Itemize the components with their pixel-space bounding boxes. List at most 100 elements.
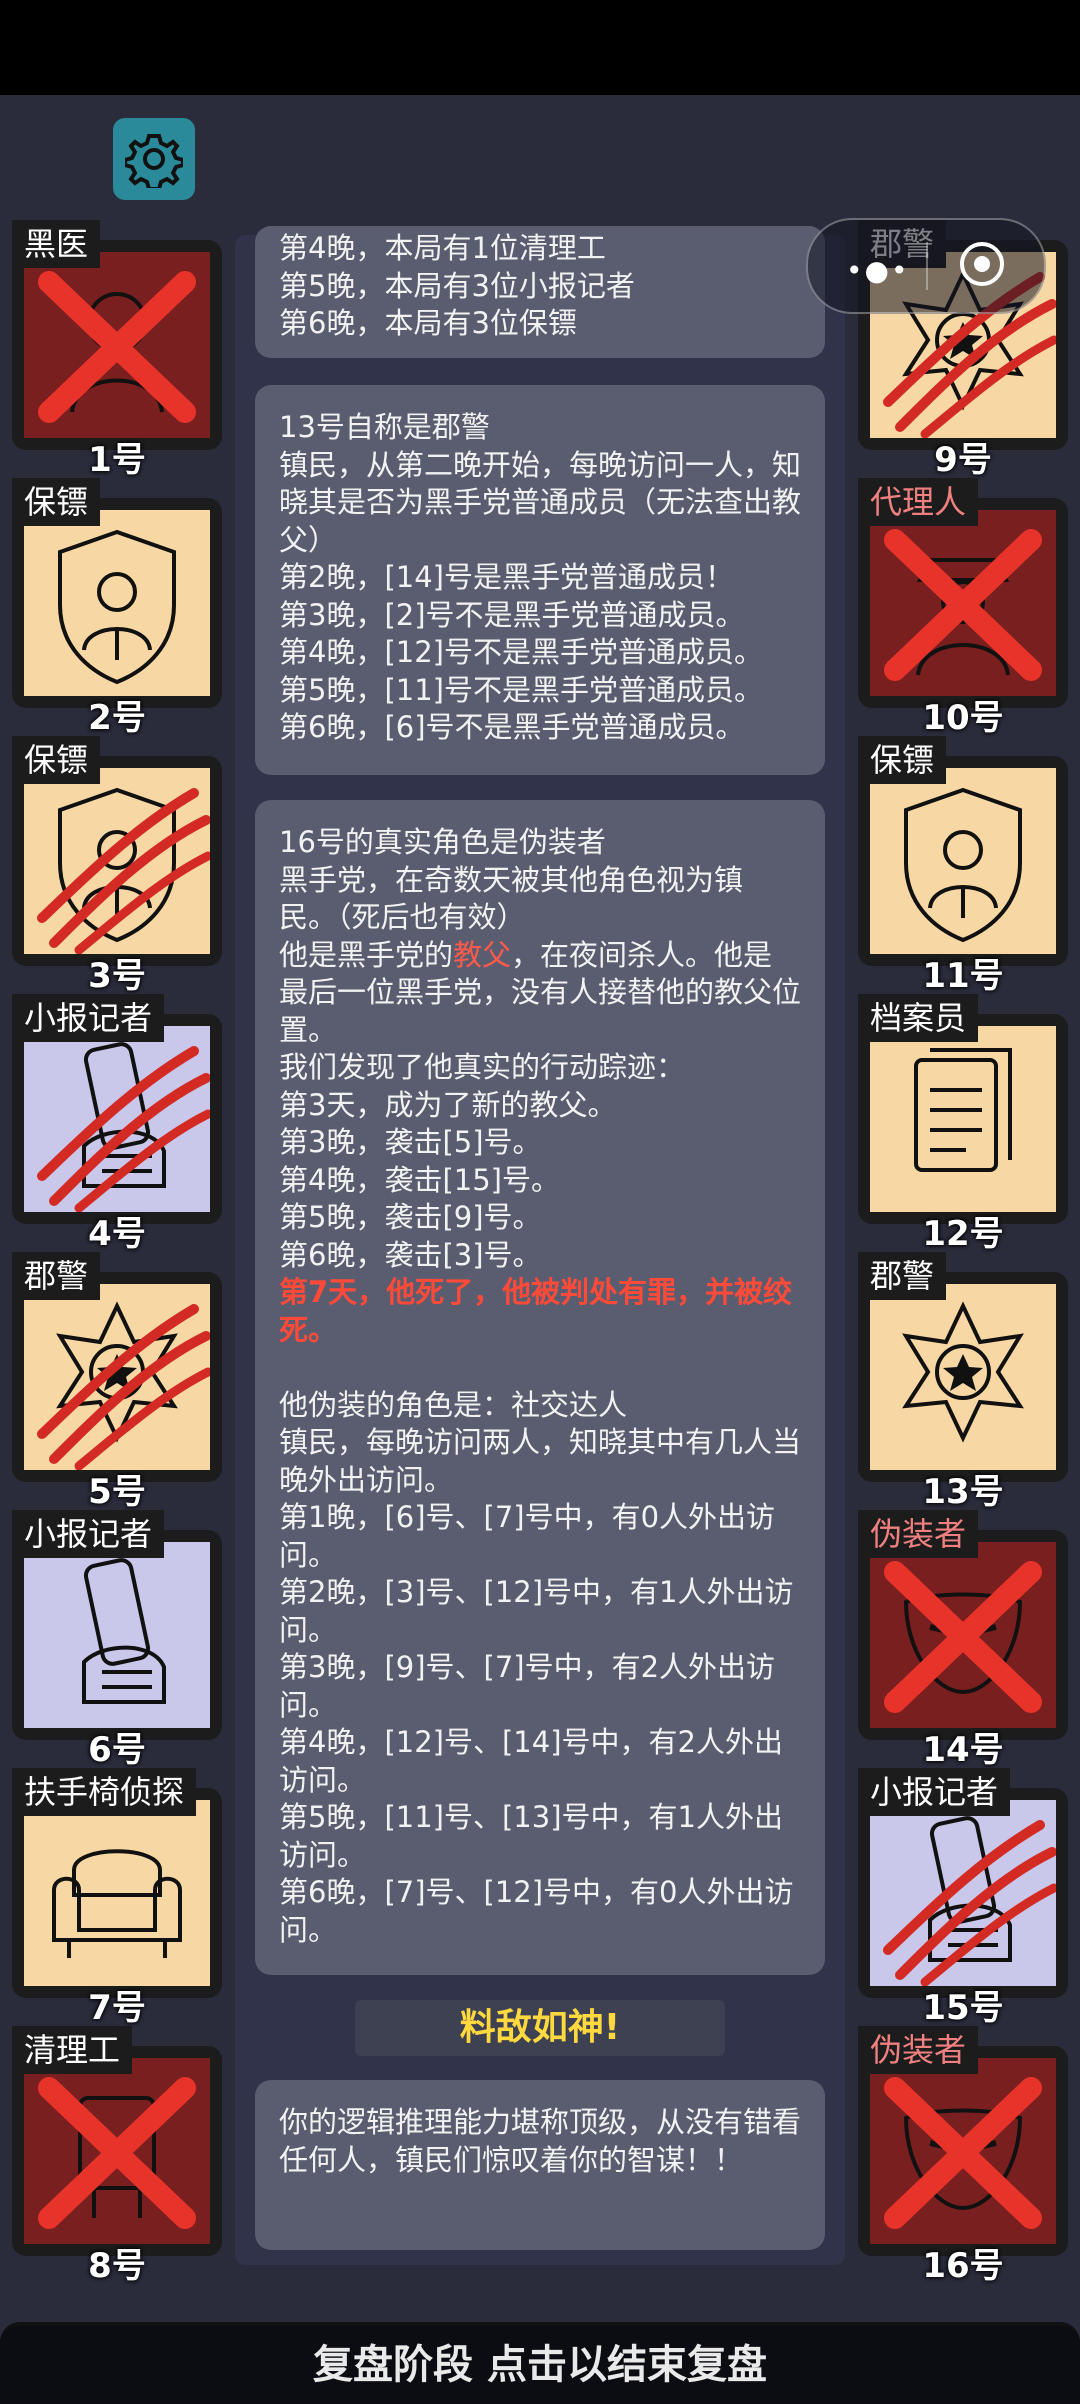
message-line: 第2晚，[3]号、[12]号中，有1人外出访问。 [279,1575,794,1647]
newspaper-hand-icon [928,1816,1012,1962]
player-card[interactable]: 保镖 11号 [858,736,1068,996]
player-number: 14号 [922,1730,1004,1770]
settings-button[interactable] [113,118,195,200]
message-line: 你的逻辑推理能力堪称顶级，从没有错看任何人，镇民们惊叹着你的智谋！！ [279,2105,802,2177]
player-number: 10号 [922,698,1004,738]
player-card[interactable]: 代理人 10号 [858,478,1068,738]
message-line: 第3天，成为了新的教父。 [279,1087,617,1122]
sheriff-badge-icon [56,1301,178,1443]
player-card[interactable]: 保镖 2号 [12,478,222,738]
player-card[interactable]: 小报记者 4号 [12,994,222,1254]
role-label: 郡警 [858,1252,947,1300]
player-number: 15号 [922,1988,1004,2028]
role-label: 小报记者 [12,994,165,1042]
end-review-button[interactable]: 复盘阶段 点击以结束复盘 [0,2322,1080,2404]
message-card: 16号的真实角色是伪装者 黑手党，在奇数天被其他角色视为镇民。（死后也有效） 他… [255,800,825,1975]
shield-person-icon [904,787,1022,943]
player-card-art [870,2058,1056,2244]
role-label: 保镖 [12,736,101,784]
player-card[interactable]: 档案员 12号 [858,994,1068,1254]
message-line: 第4晚，本局有1位清理工 [279,231,606,265]
message-line: 镇民，每晚访问两人，知晓其中有几人当晚外出访问。 [279,1425,802,1497]
player-card-art [24,1284,210,1470]
player-card-art [24,1542,210,1728]
player-number: 8号 [88,2246,146,2286]
role-label: 清理工 [12,2026,133,2074]
player-number: 1号 [88,440,146,480]
player-number: 4号 [88,1214,146,1254]
message-line: 第5晚，[11]号、[13]号中，有1人外出访问。 [279,1800,783,1872]
sheriff-badge-icon [902,1301,1024,1443]
mask-icon [903,1592,1023,1695]
player-number: 6号 [88,1730,146,1770]
more-icon[interactable]: •●• [846,254,909,287]
result-banner: 料敌如神! [355,2000,725,2056]
message-line: 第4晚，[12]号不是黑手党普通成员。 [279,635,763,669]
gear-icon [125,134,183,188]
message-line: 第2晚，[14]号是黑手党普通成员！ [279,560,734,594]
player-card-art [870,1800,1056,1986]
agent-icon [916,558,1010,676]
miniprogram-capsule[interactable]: •●• [806,218,1046,314]
player-card[interactable]: 黑医 1号 [12,220,222,480]
message-line: 16号的真实角色是伪装者 [279,825,606,859]
role-label: 黑医 [12,220,101,268]
message-line: 第4晚，[12]号、[14]号中，有2人外出访问。 [279,1725,783,1797]
role-label: 代理人 [858,478,979,526]
message-line: 第5晚，本局有3位小报记者 [279,268,635,303]
message-line: 第6晚，袭击[3]号。 [279,1237,542,1272]
documents-icon [914,1048,1012,1172]
role-label: 保镖 [858,736,947,784]
player-card-art [870,768,1056,954]
player-number: 5号 [88,1472,146,1512]
armchair-icon [52,1849,182,1958]
player-card[interactable]: 清理工 8号 [12,2026,222,2286]
role-label: 郡警 [12,1252,101,1300]
player-number: 11号 [922,956,1004,996]
player-card[interactable]: 小报记者 15号 [858,1768,1068,2028]
player-card-art [24,2058,210,2244]
player-number: 3号 [88,956,146,996]
message-card: 13号自称是郡警 镇民，从第二晚开始，每晚访问一人，知晓其是否为黑手党普通成员（… [255,385,825,775]
player-card-art [870,510,1056,696]
role-label: 小报记者 [858,1768,1011,1816]
message-line: 第6晚，[6]号不是黑手党普通成员。 [279,710,745,744]
role-label: 档案员 [858,994,979,1042]
player-card-art [24,510,210,696]
player-card[interactable]: 伪装者 16号 [858,2026,1068,2286]
message-line: 黑手党，在奇数天被其他角色视为镇民。（死后也有效） [279,862,744,935]
role-label: 保镖 [12,478,101,526]
player-card-art [870,1542,1056,1728]
player-card[interactable]: 小报记者 6号 [12,1510,222,1770]
message-line: 第6晚，[7]号、[12]号中，有0人外出访问。 [279,1875,794,1947]
player-card[interactable]: 伪装者 14号 [858,1510,1068,1770]
player-card[interactable]: 郡警 13号 [858,1252,1068,1512]
shield-person-icon [58,529,176,685]
message-line: 第5晚，[11]号不是黑手党普通成员。 [279,672,763,707]
player-card-art [870,1026,1056,1212]
cleaner-icon [78,2096,156,2218]
player-number: 2号 [88,698,146,738]
status-bar [0,0,1080,95]
mask-icon [903,2108,1023,2211]
death-notice: 第7天，他死了，他被判处有罪，并被绞死。 [279,1275,793,1347]
divider [926,242,928,290]
player-card-art [24,1026,210,1212]
message-line: 他是黑手党的教父，在夜间杀人。他是最后一位黑手党，没有人接替他的教父位置。 [279,937,802,1047]
message-card: 第4晚，本局有1位清理工 第5晚，本局有3位小报记者 第6晚，本局有3位保镖 [255,226,825,358]
message-line: 第5晚，袭击[9]号。 [279,1200,542,1234]
player-card-art [24,768,210,954]
message-line: 第1晚，[6]号、[7]号中，有0人外出访问。 [279,1500,776,1572]
player-card[interactable]: 保镖 3号 [12,736,222,996]
role-label: 伪装者 [858,2026,979,2074]
shield-person-icon [58,787,176,943]
role-label: 伪装者 [858,1510,979,1558]
player-card[interactable]: 郡警 5号 [12,1252,222,1512]
player-card[interactable]: 扶手椅侦探 7号 [12,1768,222,2028]
message-line: 第4晚，袭击[15]号。 [279,1162,560,1197]
player-card-art [24,1800,210,1986]
message-line: 他伪装的角色是：社交达人 [279,1387,628,1422]
player-number: 12号 [922,1214,1004,1254]
close-target-icon[interactable] [960,242,1004,286]
